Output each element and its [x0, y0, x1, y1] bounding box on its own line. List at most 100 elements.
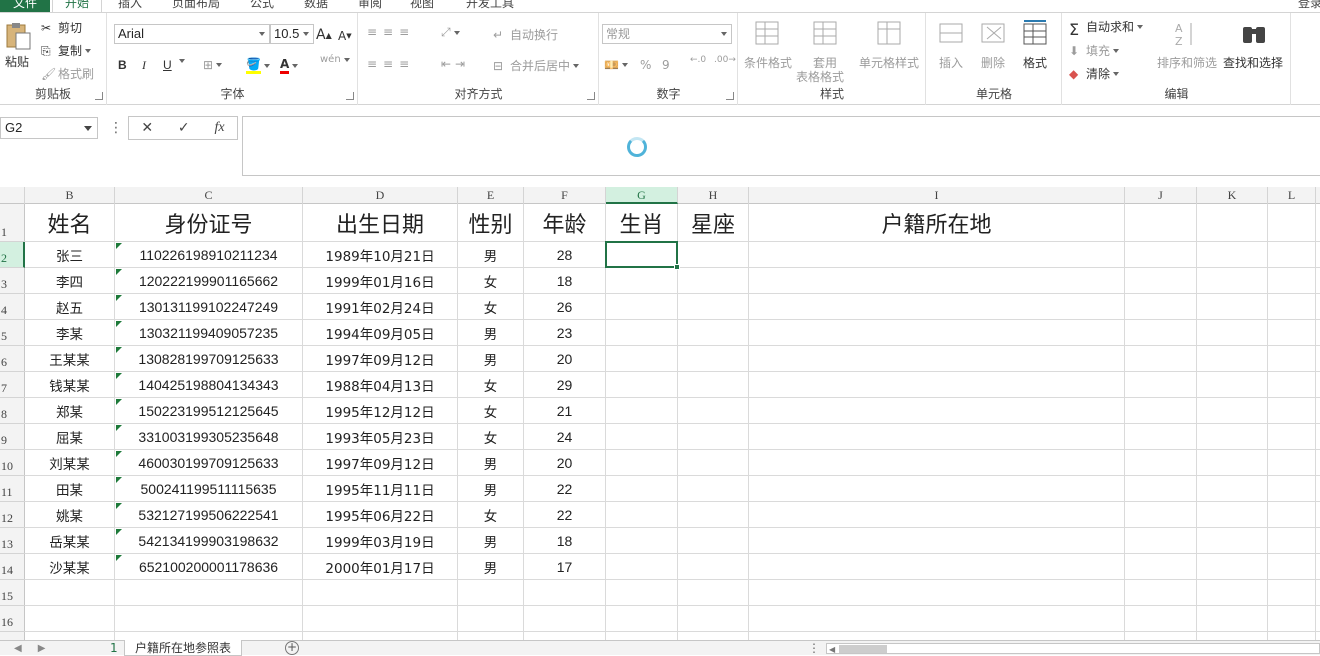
cell-id-number[interactable]: 652100200001178636 — [115, 554, 302, 579]
cell-name[interactable]: 刘某某 — [25, 450, 114, 475]
cell-birth-date[interactable]: 1999年03月19日 — [303, 528, 457, 553]
column-header-e[interactable]: E — [458, 187, 524, 204]
cell-birth-date[interactable]: 1995年06月22日 — [303, 502, 457, 527]
scrollbar-thumb[interactable] — [839, 645, 887, 653]
bold-button[interactable]: B — [118, 58, 127, 72]
cell-name[interactable]: 王某某 — [25, 346, 114, 371]
cell-age[interactable]: 18 — [524, 268, 605, 293]
cell-id-number[interactable]: 130321199409057235 — [115, 320, 302, 345]
cell-name[interactable]: 岳某某 — [25, 528, 114, 553]
format-painter-button[interactable]: 🖌 格式刷 — [41, 65, 94, 82]
cell-styles-button[interactable]: 单元格样式 — [859, 54, 919, 71]
row-header-16[interactable]: 16 — [0, 606, 25, 632]
formula-input[interactable] — [242, 116, 1320, 176]
cell-gender[interactable]: 女 — [458, 268, 523, 293]
tab-page-layout[interactable]: 页面布局 — [172, 0, 220, 12]
comma-style-button[interactable]: 9 — [662, 58, 670, 72]
worksheet-grid[interactable]: BCDEFGHIJKL 1234567891011121314151617 姓名… — [0, 187, 1320, 640]
insert-cells-button[interactable]: 插入 — [939, 54, 963, 71]
header-cell-hometown[interactable]: 户籍所在地 — [749, 204, 1124, 241]
sort-filter-button[interactable]: 排序和筛选 — [1157, 54, 1217, 71]
cell-age[interactable]: 22 — [524, 476, 605, 501]
font-size-select[interactable]: 10.5 — [270, 24, 314, 44]
cell-age[interactable]: 22 — [524, 502, 605, 527]
indent-buttons[interactable]: ⇤⇥ — [441, 57, 469, 71]
borders-button[interactable]: ⊞ — [203, 58, 223, 72]
cell-name[interactable]: 李某 — [25, 320, 114, 345]
cell-name[interactable]: 郑某 — [25, 398, 114, 423]
row-header-2[interactable]: 2 — [0, 242, 25, 268]
horizontal-align-buttons[interactable]: ≡≡≡ — [367, 57, 415, 71]
wrap-text-button[interactable]: ↵ 自动换行 — [493, 26, 558, 43]
row-header-11[interactable]: 11 — [0, 476, 25, 502]
cell-birth-date[interactable]: 1988年04月13日 — [303, 372, 457, 397]
cell-gender[interactable]: 男 — [458, 346, 523, 371]
cell-gender[interactable]: 男 — [458, 450, 523, 475]
cell-id-number[interactable]: 130828199709125633 — [115, 346, 302, 371]
cell-name[interactable]: 李四 — [25, 268, 114, 293]
cell-gender[interactable]: 男 — [458, 476, 523, 501]
cell-birth-date[interactable]: 1993年05月23日 — [303, 424, 457, 449]
underline-dropdown[interactable] — [176, 59, 185, 63]
dialog-launcher-icon[interactable] — [726, 92, 734, 100]
cell-birth-date[interactable]: 1991年02月24日 — [303, 294, 457, 319]
fill-color-button[interactable]: 🪣 — [246, 57, 270, 74]
tab-splitter-icon[interactable]: ⋮ — [808, 641, 820, 655]
row-header-4[interactable]: 4 — [0, 294, 25, 320]
row-header-8[interactable]: 8 — [0, 398, 25, 424]
number-format-select[interactable]: 常规 — [602, 24, 732, 44]
tab-home[interactable]: 开始 — [52, 0, 102, 12]
accounting-format-button[interactable]: 💴 — [604, 58, 628, 72]
column-header-l[interactable]: L — [1268, 187, 1316, 204]
tab-formulas[interactable]: 公式 — [250, 0, 274, 12]
increase-decimal-button[interactable]: ←.0 — [690, 55, 706, 65]
column-header-d[interactable]: D — [303, 187, 458, 204]
orientation-button[interactable]: ⤢ — [441, 25, 460, 40]
cell-id-number[interactable]: 150223199512125645 — [115, 398, 302, 423]
cell-id-number[interactable]: 130131199102247249 — [115, 294, 302, 319]
row-header-10[interactable]: 10 — [0, 450, 25, 476]
delete-cells-button[interactable]: 删除 — [981, 54, 1005, 71]
cell-age[interactable]: 29 — [524, 372, 605, 397]
header-cell-constellation[interactable]: 星座 — [678, 204, 748, 241]
cancel-icon[interactable]: ✕ — [141, 120, 153, 136]
fill-button[interactable]: ⬇ 填充 — [1069, 42, 1120, 59]
format-cells-button[interactable]: 格式 — [1023, 54, 1047, 71]
column-header-b[interactable]: B — [25, 187, 115, 204]
cell-id-number[interactable]: 532127199506222541 — [115, 502, 302, 527]
select-all-corner[interactable] — [0, 187, 25, 204]
horizontal-scrollbar[interactable]: ◀ — [826, 643, 1320, 654]
cell-name[interactable]: 屈某 — [25, 424, 114, 449]
cell-age[interactable]: 20 — [524, 346, 605, 371]
cell-name[interactable]: 张三 — [25, 242, 114, 267]
dialog-launcher-icon[interactable] — [346, 92, 354, 100]
cell-id-number[interactable]: 460030199709125633 — [115, 450, 302, 475]
cell-gender[interactable]: 女 — [458, 294, 523, 319]
cell-name[interactable]: 钱某某 — [25, 372, 114, 397]
row-header-7[interactable]: 7 — [0, 372, 25, 398]
insert-function-icon[interactable]: fx — [214, 120, 224, 136]
row-header-15[interactable]: 15 — [0, 580, 25, 606]
cell-age[interactable]: 28 — [524, 242, 605, 267]
clear-button[interactable]: ◆ 清除 — [1069, 65, 1120, 82]
row-header-9[interactable]: 9 — [0, 424, 25, 450]
cut-button[interactable]: ✂ 剪切 — [41, 19, 82, 36]
cell-gender[interactable]: 女 — [458, 424, 523, 449]
header-cell-id[interactable]: 身份证号 — [115, 204, 302, 241]
font-name-select[interactable]: Arial — [114, 24, 270, 44]
conditional-format-button[interactable]: 条件格式 — [744, 54, 792, 71]
underline-button[interactable]: U — [163, 58, 172, 72]
cell-id-number[interactable]: 331003199305235648 — [115, 424, 302, 449]
dialog-launcher-icon[interactable] — [587, 92, 595, 100]
row-header-14[interactable]: 14 — [0, 554, 25, 580]
cell-age[interactable]: 20 — [524, 450, 605, 475]
tab-review[interactable]: 审阅 — [358, 0, 382, 12]
cell-birth-date[interactable]: 1994年09月05日 — [303, 320, 457, 345]
cell-gender[interactable]: 女 — [458, 502, 523, 527]
dialog-launcher-icon[interactable] — [95, 92, 103, 100]
cell-name[interactable]: 赵五 — [25, 294, 114, 319]
tab-data[interactable]: 数据 — [304, 0, 328, 12]
cell-gender[interactable]: 男 — [458, 554, 523, 579]
cell-birth-date[interactable]: 2000年01月17日 — [303, 554, 457, 579]
cell-gender[interactable]: 女 — [458, 372, 523, 397]
